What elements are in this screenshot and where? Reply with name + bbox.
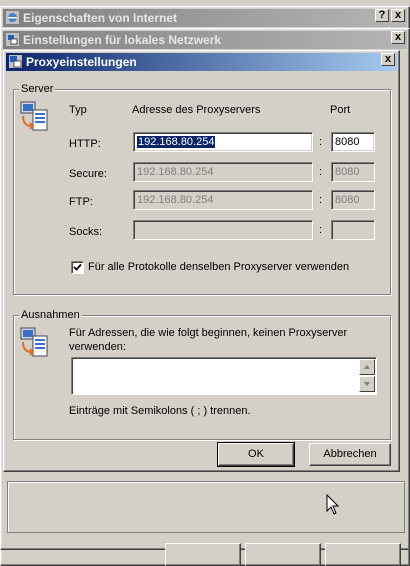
http-port-value: 8080	[335, 136, 360, 148]
close-button-window1[interactable]: x	[391, 9, 405, 22]
secure-address-input[interactable]: 192.168.80.254	[133, 162, 313, 182]
secure-port-value: 8080	[335, 166, 360, 178]
proxy-settings-titlebar[interactable]: Proxyeinstellungen	[6, 53, 397, 71]
arrow-down-icon	[364, 382, 370, 386]
computer-network-icon	[20, 101, 48, 131]
close-icon: x	[394, 31, 402, 43]
ftp-address-input[interactable]: 192.168.80.254	[133, 190, 313, 210]
close-icon: x	[394, 9, 402, 21]
internet-properties-title: Eigenschaften von Internet	[23, 11, 178, 25]
http-address-value: 192.168.80.254	[137, 136, 216, 148]
http-port-input[interactable]: 8080	[331, 132, 375, 152]
ok-button[interactable]: OK	[217, 442, 295, 467]
server-group: Server Typ Adresse des Proxyservers Port…	[13, 82, 391, 295]
proxy-settings-dialog: Proxyeinstellungen x Server Typ Adresse …	[3, 50, 400, 472]
proxy-settings-icon	[9, 55, 22, 68]
lan-settings-titlebar[interactable]: Einstellungen für lokales Netzwerk	[3, 31, 407, 49]
socks-port-input[interactable]	[331, 220, 375, 240]
exceptions-group-title: Ausnahmen	[19, 308, 82, 322]
column-address-header: Adresse des Proxyservers	[132, 104, 261, 116]
lan-cancel-button[interactable]	[245, 543, 321, 566]
ftp-label: FTP:	[69, 196, 93, 208]
ftp-colon: :	[319, 194, 323, 206]
proxy-settings-title: Proxyeinstellungen	[26, 55, 137, 69]
exceptions-hint: Einträge mit Semikolons ( ; ) trennen.	[69, 405, 251, 417]
lan-apply-button[interactable]	[325, 543, 401, 566]
secure-port-input[interactable]: 8080	[331, 162, 375, 182]
socks-colon: :	[319, 224, 323, 236]
arrow-up-icon	[364, 365, 370, 369]
http-colon: :	[319, 136, 323, 148]
close-button-window2[interactable]: x	[391, 31, 405, 44]
exceptions-textarea[interactable]	[71, 357, 377, 395]
lan-settings-panel	[7, 481, 405, 533]
cancel-button[interactable]: Abbrechen	[309, 443, 391, 466]
close-icon: x	[384, 53, 392, 65]
socks-address-input[interactable]	[133, 220, 313, 240]
secure-address-value: 192.168.80.254	[137, 166, 214, 178]
lan-ok-button[interactable]	[165, 543, 241, 566]
scroll-up-button[interactable]	[359, 359, 375, 375]
internet-properties-titlebar[interactable]: Eigenschaften von Internet	[3, 9, 407, 27]
scroll-down-button[interactable]	[359, 376, 375, 392]
lan-settings-title: Einstellungen für lokales Netzwerk	[23, 33, 222, 47]
internet-globe-icon	[6, 11, 19, 24]
server-group-title: Server	[19, 82, 56, 96]
close-button-dialog[interactable]: x	[381, 53, 395, 66]
ftp-address-value: 192.168.80.254	[137, 194, 214, 206]
exceptions-group: Ausnahmen Für Adressen, die wie folgt be…	[13, 308, 391, 440]
network-icon	[6, 33, 19, 46]
mouse-cursor-icon	[326, 494, 340, 515]
help-button[interactable]: ?	[375, 9, 389, 22]
ftp-port-input[interactable]: 8080	[331, 190, 375, 210]
column-port-header: Port	[330, 104, 351, 116]
secure-colon: :	[319, 166, 323, 178]
secure-label: Secure:	[69, 168, 107, 180]
http-address-input[interactable]: 192.168.80.254	[133, 132, 313, 152]
computer-network-icon	[20, 327, 48, 357]
http-label: HTTP:	[69, 138, 101, 150]
checkmark-icon	[73, 263, 82, 271]
ftp-port-value: 8080	[335, 194, 360, 206]
socks-label: Socks:	[69, 226, 103, 238]
column-type-header: Typ	[69, 104, 87, 116]
same-proxy-checkbox[interactable]	[71, 261, 84, 274]
same-proxy-label[interactable]: Für alle Protokolle denselben Proxyserve…	[88, 260, 349, 274]
exceptions-description: Für Adressen, die wie folgt beginnen, ke…	[69, 327, 348, 353]
